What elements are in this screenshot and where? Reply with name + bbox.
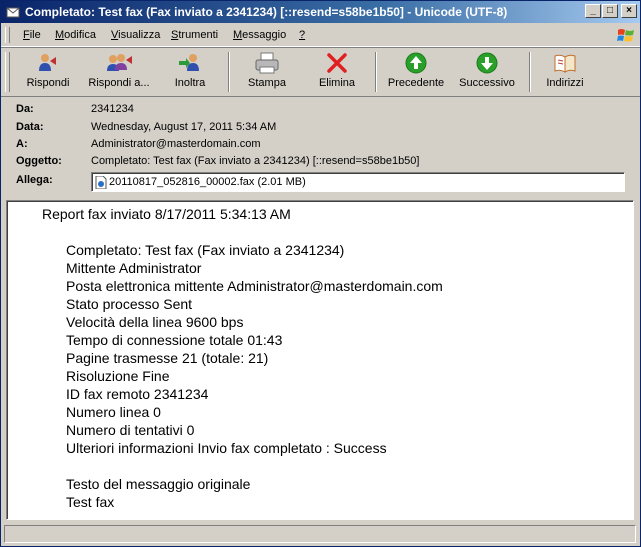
menu-visualizza[interactable]: Visualizza [111,29,160,41]
forward-icon [179,54,199,71]
original-text-label: Testo del messaggio originale [66,476,251,492]
close-button[interactable]: × [621,4,637,18]
report-line: Numero di tentativi 0 [66,422,195,438]
reply-button[interactable]: Rispondi [23,50,73,94]
report-line: Velocità della linea 9600 bps [66,314,244,330]
report-line: Posta elettronica mittente Administrator… [66,278,443,294]
delete-x-icon [327,53,347,73]
from-label: Da: [16,103,34,115]
from-value: 2341234 [91,103,134,115]
report-line: Pagine trasmesse 21 (totale: 21) [66,350,269,366]
toolbar-grip[interactable] [5,52,10,92]
maximize-button[interactable]: □ [602,4,618,18]
date-value: Wednesday, August 17, 2011 5:34 AM [91,121,277,133]
original-text: Test fax [66,494,115,510]
minimize-button[interactable]: _ [585,4,601,18]
subject-label: Oggetto: [16,155,62,167]
menu-file[interactable]: File [23,29,41,41]
printer-icon [255,52,279,74]
reply-all-icon [107,54,132,71]
fax-file-icon [95,176,107,189]
reply-icon [39,54,56,71]
to-value: Administrator@masterdomain.com [91,138,261,150]
menu-grip[interactable] [5,27,10,43]
toolbar: Rispondi Rispondi a... Inoltra Stampa El… [1,47,640,97]
menu-strumenti[interactable]: Strumenti [171,29,218,41]
windows-logo-icon [617,29,634,42]
next-button[interactable]: Successivo [457,50,517,94]
report-line: Ulteriori informazioni Invio fax complet… [66,440,387,456]
toolbar-separator [375,52,377,92]
menu-help[interactable]: ? [299,29,305,41]
to-label: A: [16,138,28,150]
addresses-button[interactable]: Indirizzi [542,50,588,94]
up-arrow-icon [405,52,427,74]
report-line: Risoluzione Fine [66,368,170,384]
reply-all-button[interactable]: Rispondi a... [86,50,152,94]
message-window: Completato: Test fax (Fax inviato a 2341… [0,0,641,547]
attach-label: Allega: [16,174,53,186]
attachment-field[interactable]: 20110817_052816_00002.fax (2.01 MB) [91,172,625,192]
menu-messaggio[interactable]: Messaggio [233,29,286,41]
down-arrow-icon [476,52,498,74]
address-book-icon [554,54,576,73]
report-line: ID fax remoto 2341234 [66,386,209,402]
window-title: Completato: Test fax (Fax inviato a 2341… [25,5,508,19]
previous-button[interactable]: Precedente [386,50,446,94]
report-line: Tempo di connessione totale 01:43 [66,332,283,348]
status-bar [4,525,636,543]
delete-button[interactable]: Elimina [317,50,357,94]
subject-value: Completato: Test fax (Fax inviato a 2341… [91,155,420,167]
print-button[interactable]: Stampa [245,50,289,94]
report-line: Mittente Administrator [66,260,202,276]
menu-modifica[interactable]: Modifica [55,29,96,41]
report-line: Completato: Test fax (Fax inviato a 2341… [66,242,345,258]
attachment-name[interactable]: 20110817_052816_00002.fax (2.01 MB) [109,176,306,188]
report-heading: Report fax inviato 8/17/2011 5:34:13 AM [42,206,291,222]
toolbar-separator [228,52,230,92]
toolbar-separator [529,52,531,92]
forward-button[interactable]: Inoltra [169,50,211,94]
report-line: Stato processo Sent [66,296,193,312]
report-line: Numero linea 0 [66,404,161,420]
title-bar[interactable]: Completato: Test fax (Fax inviato a 2341… [1,1,640,23]
date-label: Data: [16,121,44,133]
message-body[interactable]: Report fax inviato 8/17/2011 5:34:13 AM … [6,200,634,520]
envelope-icon [6,7,20,18]
menu-bar: File Modifica Visualizza Strumenti Messa… [1,24,640,47]
